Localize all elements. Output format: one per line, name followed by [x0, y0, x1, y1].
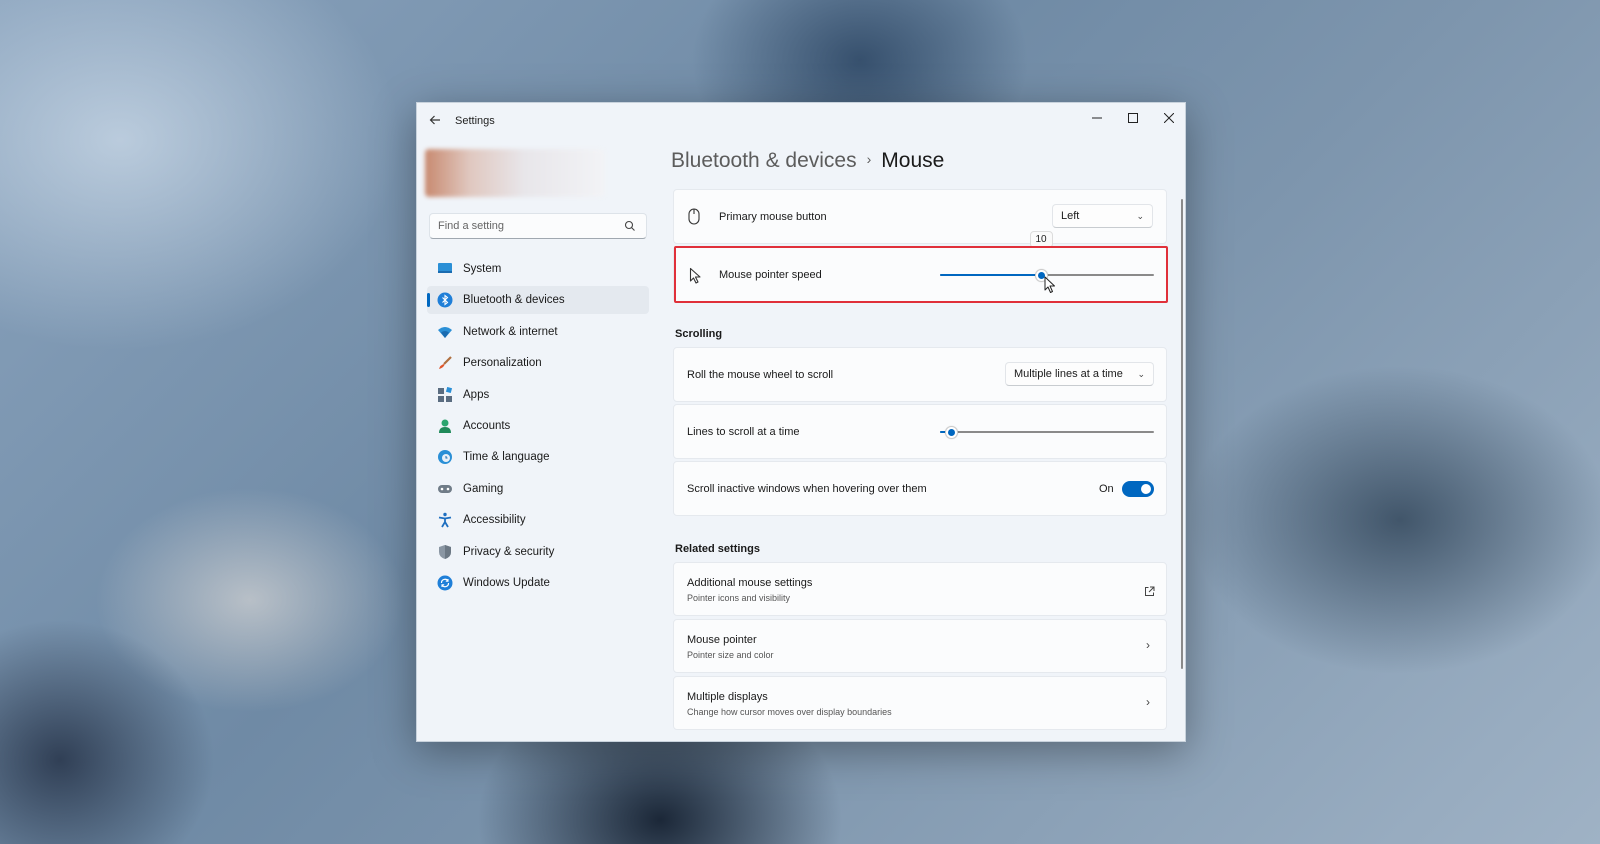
page-title: Mouse: [881, 149, 945, 172]
lines-to-scroll-label: Lines to scroll at a time: [687, 426, 800, 438]
back-arrow-icon[interactable]: [425, 111, 445, 131]
cursor-icon: [689, 267, 702, 289]
sidebar-nav: System Bluetooth & devices Network & int…: [427, 255, 649, 600]
dropdown-value: Multiple lines at a time: [1014, 368, 1123, 380]
gamepad-icon: [437, 481, 453, 497]
sidebar-item-system[interactable]: System: [427, 255, 649, 283]
related-item-multiple-displays[interactable]: Multiple displays Change how cursor move…: [673, 676, 1167, 730]
breadcrumb-separator: ›: [866, 151, 872, 167]
related-settings-title: Related settings: [675, 543, 760, 555]
mouse-pointer-speed-row: Mouse pointer speed 10: [673, 231, 1167, 303]
sidebar-item-label: Privacy & security: [463, 545, 555, 558]
globe-clock-icon: [437, 449, 453, 465]
user-profile[interactable]: [425, 149, 605, 197]
roll-wheel-row: Roll the mouse wheel to scroll Multiple …: [673, 347, 1167, 402]
sidebar-item-label: Windows Update: [463, 576, 550, 589]
main-content: Bluetooth & devices › Mouse Primary mouse …: [667, 103, 1167, 741]
lines-to-scroll-row: Lines to scroll at a time: [673, 404, 1167, 459]
chevron-down-icon: ⌄: [1136, 211, 1144, 221]
primary-mouse-button-row: Primary mouse button Left ⌄: [673, 189, 1167, 244]
mouse-icon: [688, 208, 700, 230]
sidebar-item-label: Accessibility: [463, 514, 526, 527]
app-title: Settings: [455, 115, 495, 127]
scroll-inactive-toggle[interactable]: [1122, 481, 1154, 497]
accessibility-icon: [437, 512, 453, 528]
related-item-label: Mouse pointer: [687, 634, 757, 646]
related-item-additional-mouse-settings[interactable]: Additional mouse settings Pointer icons …: [673, 562, 1167, 616]
scrollbar[interactable]: [1181, 199, 1183, 669]
primary-mouse-button-label: Primary mouse button: [719, 211, 827, 223]
bluetooth-icon: [437, 292, 453, 308]
sidebar-item-label: Gaming: [463, 482, 504, 495]
sidebar-item-personalization[interactable]: Personalization: [427, 349, 649, 377]
sidebar-item-gaming[interactable]: Gaming: [427, 475, 649, 503]
breadcrumb: Bluetooth & devices › Mouse: [671, 149, 944, 173]
person-icon: [437, 418, 453, 434]
related-item-label: Additional mouse settings: [687, 577, 813, 589]
update-icon: [437, 575, 453, 591]
breadcrumb-parent[interactable]: Bluetooth & devices: [671, 149, 857, 172]
related-item-sub: Pointer icons and visibility: [687, 593, 791, 603]
chevron-down-icon: ⌄: [1137, 369, 1145, 379]
sidebar-item-network[interactable]: Network & internet: [427, 318, 649, 346]
primary-mouse-button-dropdown[interactable]: Left ⌄: [1052, 204, 1153, 228]
sidebar-item-bluetooth-devices[interactable]: Bluetooth & devices: [427, 286, 649, 315]
scrolling-section-title: Scrolling: [675, 328, 723, 340]
toggle-state-label: On: [1099, 483, 1114, 495]
sidebar-item-windows-update[interactable]: Windows Update: [427, 569, 649, 597]
sidebar-item-label: Bluetooth & devices: [463, 294, 565, 307]
scroll-inactive-label: Scroll inactive windows when hovering ov…: [687, 483, 927, 495]
mouse-pointer-speed-label: Mouse pointer speed: [719, 269, 822, 281]
chevron-right-icon: ›: [1146, 695, 1150, 709]
sidebar-item-apps[interactable]: Apps: [427, 381, 649, 409]
sidebar-item-label: Time & language: [463, 451, 550, 464]
sidebar-item-label: Accounts: [463, 419, 511, 432]
sidebar-item-accounts[interactable]: Accounts: [427, 412, 649, 440]
slider-track: [940, 431, 1154, 433]
sidebar-item-time-language[interactable]: Time & language: [427, 443, 649, 471]
roll-wheel-label: Roll the mouse wheel to scroll: [687, 369, 834, 381]
search-icon[interactable]: [624, 219, 638, 233]
roll-wheel-dropdown[interactable]: Multiple lines at a time ⌄: [1005, 362, 1154, 386]
monitor-icon: [437, 261, 453, 277]
sidebar-item-label: Personalization: [463, 357, 542, 370]
sidebar-item-label: System: [463, 263, 502, 275]
shield-icon: [437, 544, 453, 560]
sidebar-item-accessibility[interactable]: Accessibility: [427, 506, 649, 534]
related-item-label: Multiple displays: [687, 691, 768, 703]
related-item-sub: Pointer size and color: [687, 650, 774, 660]
wifi-icon: [437, 324, 453, 340]
brush-icon: [437, 355, 453, 371]
related-item-mouse-pointer[interactable]: Mouse pointer Pointer size and color ›: [673, 619, 1167, 673]
external-link-icon: [1144, 584, 1155, 602]
slider-fill: [940, 274, 1041, 276]
sidebar-item-label: Network & internet: [463, 325, 558, 338]
search-input[interactable]: [430, 214, 610, 238]
apps-icon: [437, 386, 453, 403]
chevron-right-icon: ›: [1146, 638, 1150, 652]
sidebar-item-label: Apps: [463, 388, 490, 401]
sidebar-item-privacy-security[interactable]: Privacy & security: [427, 538, 649, 566]
search-box[interactable]: [429, 213, 647, 239]
slider-thumb[interactable]: [944, 425, 958, 439]
scroll-inactive-row: Scroll inactive windows when hovering ov…: [673, 461, 1167, 516]
mouse-cursor-icon: [1044, 276, 1055, 293]
related-item-sub: Change how cursor moves over display bou…: [687, 707, 892, 717]
speed-value-tooltip: 10: [1029, 231, 1053, 248]
lines-to-scroll-slider[interactable]: [940, 422, 1154, 442]
dropdown-value: Left: [1061, 210, 1080, 222]
settings-window: Settings System Bluetooth & devices: [416, 102, 1186, 742]
